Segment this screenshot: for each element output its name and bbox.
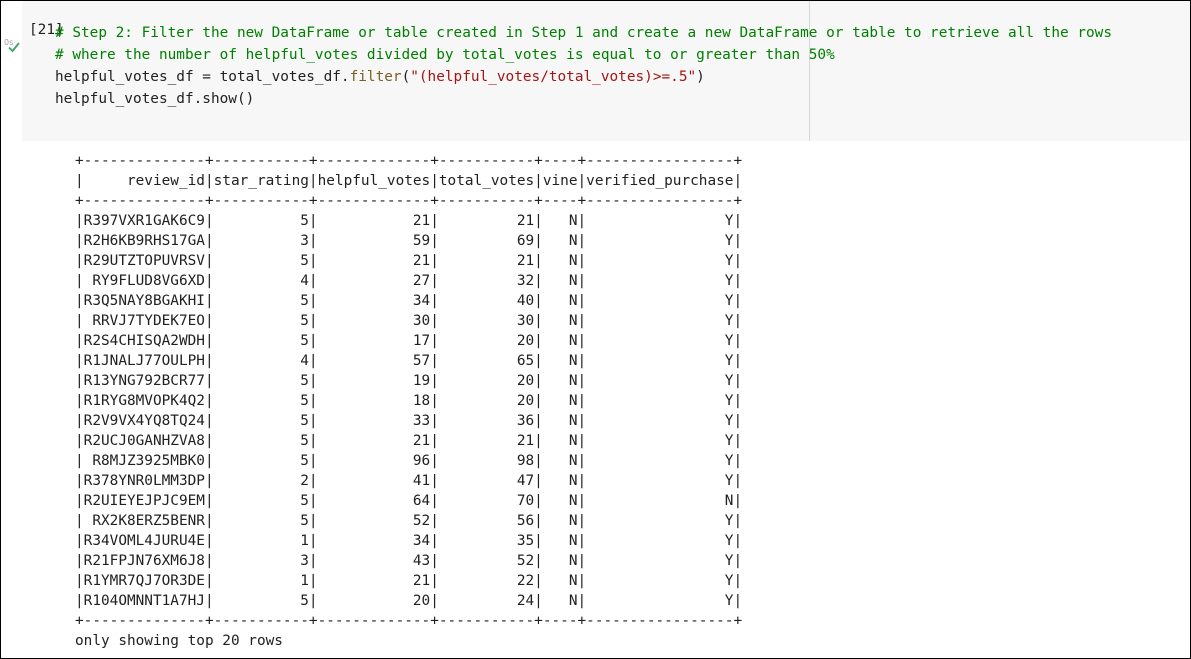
code-token: filter (349, 69, 402, 85)
code-editor[interactable]: # Step 2: Filter the new DataFrame or ta… (55, 22, 1112, 110)
table-row: |R13YNG792BCR77| 5| 19| 20| N| Y| (75, 373, 743, 389)
table-row: | RRVJ7TYDEK7EO| 5| 30| 30| N| Y| (75, 313, 743, 329)
code-line: helpful_votes_df = total_votes_df.filter… (55, 66, 1112, 88)
code-token: # where the number of helpful_votes divi… (55, 47, 835, 63)
code-token: "(helpful_votes/total_votes)>=.5" (410, 69, 697, 85)
notebook-frame: 0s [21] # Step 2: Filter the new DataFra… (0, 0, 1191, 659)
code-token: # Step 2: Filter the new DataFrame or ta… (55, 25, 1112, 41)
table-row: | RX2K8ERZ5BENR| 5| 52| 56| N| Y| (75, 513, 743, 529)
table-row: |R2V9VX4YQ8TQ24| 5| 33| 36| N| Y| (75, 413, 743, 429)
code-line: helpful_votes_df.show() (55, 88, 1112, 110)
table-row: |R29UTZTOPUVRSV| 5| 21| 21| N| Y| (75, 253, 743, 269)
table-row: | R8MJZ3925MBK0| 5| 96| 98| N| Y| (75, 453, 743, 469)
table-row: |R2UCJ0GANHZVA8| 5| 21| 21| N| Y| (75, 433, 743, 449)
table-header: | review_id|star_rating|helpful_votes|to… (75, 173, 743, 189)
table-row: |R2S4CHISQA2WDH| 5| 17| 20| N| Y| (75, 333, 743, 349)
table-row: |R34VOML4JURU4E| 1| 34| 35| N| Y| (75, 533, 743, 549)
execution-time: 0s (4, 38, 14, 47)
output-footer: only showing top 20 rows (75, 633, 283, 649)
table-row: |R397VXR1GAK6C9| 5| 21| 21| N| Y| (75, 213, 743, 229)
table-row: |R1YMR7QJ7OR3DE| 1| 21| 22| N| Y| (75, 573, 743, 589)
code-token: helpful_votes_df = total_votes_df. (55, 69, 350, 85)
table-border-top: +--------------+-----------+------------… (75, 153, 743, 169)
code-token: ) (696, 69, 705, 85)
table-row: |R378YNR0LMM3DP| 2| 41| 47| N| Y| (75, 473, 743, 489)
code-token: helpful_votes_df.show() (55, 91, 255, 107)
table-row: |R2UIEYEJPJC9EM| 5| 64| 70| N| N| (75, 493, 743, 509)
table-row: |R1RYG8MVOPK4Q2| 5| 18| 20| N| Y| (75, 393, 743, 409)
table-border-bottom: +--------------+-----------+------------… (75, 613, 743, 629)
table-border-mid: +--------------+-----------+------------… (75, 193, 743, 209)
table-body: |R397VXR1GAK6C9| 5| 21| 21| N| Y| |R2H6KB… (75, 211, 742, 611)
table-row: | RY9FLUD8VG6XD| 4| 27| 32| N| Y| (75, 273, 743, 289)
table-row: |R1JNALJ77OULPH| 4| 57| 65| N| Y| (75, 353, 743, 369)
cell-output: +--------------+-----------+------------… (75, 151, 742, 651)
table-row: |R104OMNNT1A7HJ| 5| 20| 24| N| Y| (75, 593, 743, 609)
table-row: |R2H6KB9RHS17GA| 3| 59| 69| N| Y| (75, 233, 743, 249)
table-row: |R3Q5NAY8BGAKHI| 5| 34| 40| N| Y| (75, 293, 743, 309)
code-line: # Step 2: Filter the new DataFrame or ta… (55, 22, 1112, 44)
table-row: |R21FPJN76XM6J8| 3| 43| 52| N| Y| (75, 553, 743, 569)
code-token: ( (401, 69, 411, 85)
code-line: # where the number of helpful_votes divi… (55, 44, 1112, 66)
